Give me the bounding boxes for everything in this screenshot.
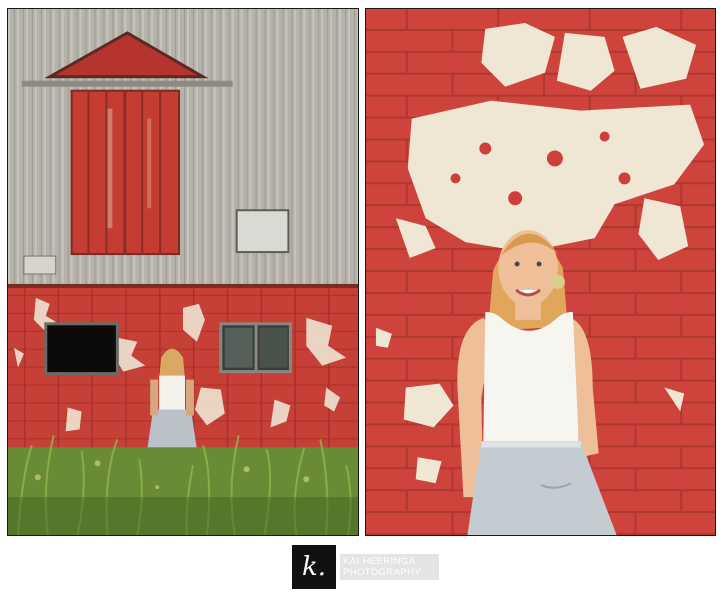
earring <box>550 274 565 289</box>
portrait-scene <box>366 9 715 535</box>
logo-mark: k. <box>292 545 336 589</box>
logo-wordmark: KAI HEERINGA PHOTOGRAPHY <box>340 554 439 580</box>
photographer-name: KAI HEERINGA <box>343 556 416 567</box>
white-tank-top <box>483 311 579 442</box>
barn-photo <box>7 8 359 536</box>
portrait-photo <box>365 8 716 536</box>
dark-window <box>44 322 119 376</box>
photographer-tagline: PHOTOGRAPHY <box>343 567 422 578</box>
logo-letter: k. <box>301 552 327 582</box>
metal-vent <box>235 209 290 254</box>
trim-board <box>21 80 233 87</box>
barn-scene <box>8 9 358 535</box>
photographer-watermark: k. KAI HEERINGA PHOTOGRAPHY <box>292 545 442 589</box>
